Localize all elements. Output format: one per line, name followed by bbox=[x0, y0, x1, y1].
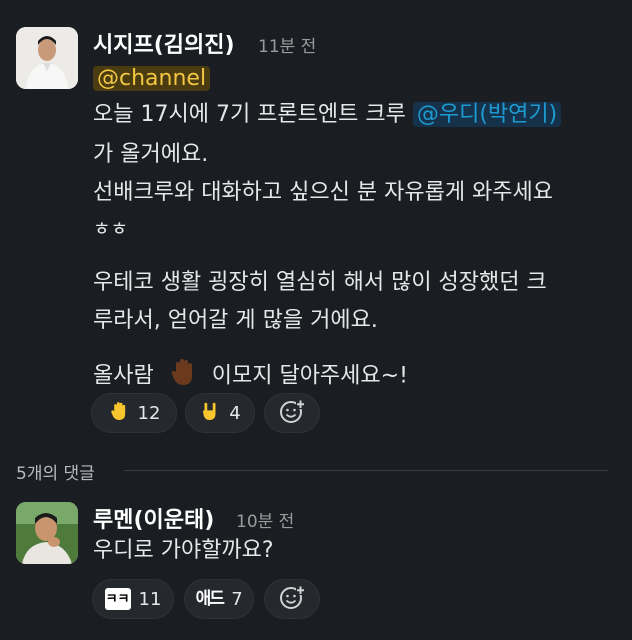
message-text: 오늘 17시에 7기 프론트엔트 크루 bbox=[93, 102, 406, 127]
message-line: 올사람 이모지 달아주세요~! bbox=[93, 356, 408, 397]
reply-timestamp[interactable]: 10분 전 bbox=[236, 507, 294, 532]
raised-hand-icon bbox=[108, 399, 130, 428]
avatar[interactable] bbox=[16, 27, 78, 89]
message-line: ㅎㅎ bbox=[93, 218, 128, 240]
reaction-raised-hand[interactable]: 12 bbox=[91, 393, 177, 433]
profile-photo-icon bbox=[16, 27, 78, 89]
raised-hand-dark-icon bbox=[167, 356, 199, 397]
message-line: @channel bbox=[93, 64, 211, 94]
reaction-count: 12 bbox=[137, 402, 161, 424]
thread-divider bbox=[124, 470, 608, 471]
add-emoji-icon bbox=[279, 398, 305, 428]
reaction-ahae[interactable]: 애드 7 bbox=[184, 579, 254, 619]
ahae-emoji-label: 애드 bbox=[195, 588, 225, 609]
reply-avatar[interactable] bbox=[16, 502, 78, 564]
rock-on-icon bbox=[199, 399, 221, 428]
reaction-count: 7 bbox=[231, 588, 243, 610]
channel-mention[interactable]: @channel bbox=[93, 66, 211, 91]
message-line: 오늘 17시에 7기 프론트엔트 크루 @우디(박연기) bbox=[93, 100, 562, 130]
add-emoji-icon bbox=[279, 584, 305, 614]
message-line: 가 올거에요. bbox=[93, 142, 209, 167]
author-name[interactable]: 시지프(김의진) bbox=[93, 27, 235, 59]
thread-reply-count[interactable]: 5개의 댓글 bbox=[16, 459, 95, 484]
profile-photo-icon bbox=[16, 502, 78, 564]
kk-emoji-icon: ㅋㅋ bbox=[104, 588, 131, 610]
add-reaction-button[interactable] bbox=[264, 393, 320, 433]
reaction-count: 4 bbox=[229, 402, 241, 424]
reply-author-name[interactable]: 루멘(이운태) bbox=[93, 502, 214, 534]
reply-text: 우디로 가야할까요? bbox=[93, 538, 274, 563]
ahae-emoji-icon: 애드 bbox=[195, 587, 225, 611]
reaction-rock-on[interactable]: 4 bbox=[185, 393, 255, 433]
kk-emoji-label: ㅋㅋ bbox=[105, 591, 130, 607]
reply-message: 루멘(이운태) 10분 전 우디로 가야할까요? ㅋㅋ 11 애드 7 bbox=[0, 490, 632, 640]
reaction-kk[interactable]: ㅋㅋ 11 bbox=[92, 579, 174, 619]
timestamp[interactable]: 11분 전 bbox=[258, 32, 316, 57]
user-mention[interactable]: @우디(박연기) bbox=[412, 102, 562, 127]
message: 시지프(김의진) 11분 전 @channel 오늘 17시에 7기 프론트엔트… bbox=[0, 0, 632, 440]
message-text: 이모지 달아주세요~! bbox=[211, 363, 408, 389]
add-reaction-button[interactable] bbox=[264, 579, 320, 619]
message-line: 선배크루와 대화하고 싶으신 분 자유롭게 와주세요 bbox=[93, 180, 554, 205]
message-line: 우테코 생활 굉장히 열심히 해서 많이 성장했던 크 bbox=[93, 270, 547, 295]
message-line: 루라서, 얻어갈 게 많을 거에요. bbox=[93, 308, 378, 333]
message-text: 올사람 bbox=[93, 363, 154, 389]
reaction-count: 11 bbox=[138, 588, 162, 610]
